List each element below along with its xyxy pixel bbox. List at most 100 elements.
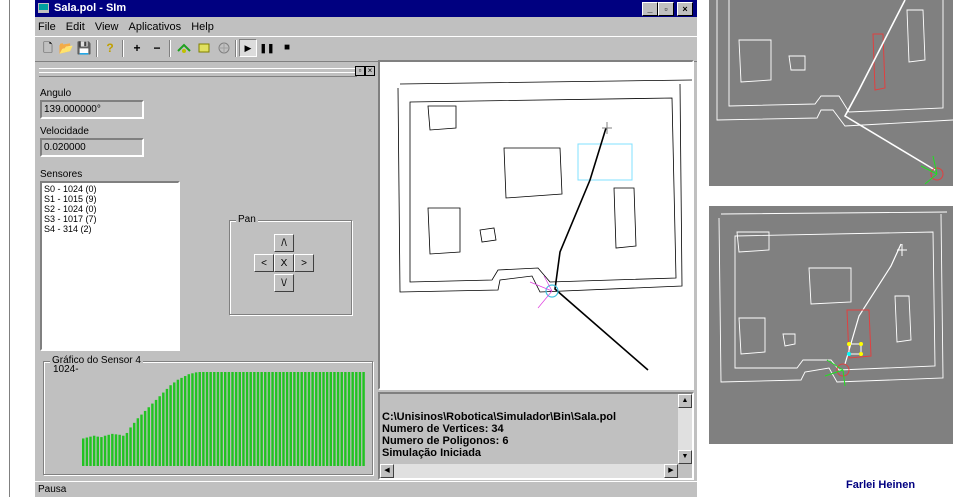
log-line: Simulação Iniciada <box>382 447 482 459</box>
room-inner-outline <box>409 97 677 283</box>
velocidade-field[interactable]: 0.020000 <box>40 138 144 157</box>
pan-up-button[interactable]: /\ <box>274 234 294 252</box>
chart-bar <box>300 372 303 466</box>
chart-bar <box>307 372 311 466</box>
menu-file[interactable]: File <box>38 21 56 33</box>
chart-bar <box>242 372 245 466</box>
status-text: Pausa <box>38 484 67 495</box>
scroll-left-arrow-icon[interactable]: ◀ <box>380 464 394 478</box>
list-item[interactable]: S3 - 1017 (7) <box>44 214 176 224</box>
chart-bar <box>100 437 103 466</box>
menu-aplicativos[interactable]: Aplicativos <box>129 21 182 33</box>
chart-bar <box>224 372 227 466</box>
scroll-right-arrow-icon[interactable]: ▶ <box>664 464 678 478</box>
remove-vertex-icon[interactable]: − <box>148 39 166 57</box>
log-horizontal-scrollbar[interactable]: ◀ ▶ <box>380 464 678 478</box>
chart-bar <box>103 435 107 466</box>
chart-bar <box>271 372 274 466</box>
chart-bar <box>202 372 205 466</box>
chart-bar <box>147 407 150 466</box>
pan-right-button[interactable]: > <box>294 254 314 272</box>
scroll-down-arrow-icon[interactable]: ▼ <box>678 450 692 464</box>
help-icon[interactable]: ? <box>101 39 119 57</box>
chart-bar <box>340 372 343 466</box>
chart-bar <box>154 399 158 466</box>
maximize-button[interactable]: ▫ <box>658 2 674 16</box>
chart-bar <box>216 372 220 466</box>
sensores-list[interactable]: S0 - 1024 (0) S1 - 1015 (9) S2 - 1024 (0… <box>40 181 180 351</box>
chart-bar <box>278 372 282 466</box>
sensor-chart-group: Gráfico do Sensor 4 1024- <box>43 355 373 475</box>
list-item[interactable]: S4 - 314 (2) <box>44 224 176 234</box>
chart-bar <box>304 372 307 466</box>
chart-bar <box>285 372 289 466</box>
chart-bar <box>85 437 89 466</box>
chart-bar <box>194 372 198 466</box>
room-outline <box>397 79 693 293</box>
menu-help[interactable]: Help <box>191 21 214 33</box>
chart-bar <box>82 438 85 466</box>
menu-edit[interactable]: Edit <box>66 21 85 33</box>
stop-button[interactable]: ■ <box>278 39 296 57</box>
pan-group: Pan /\ < X > \/ <box>229 214 352 315</box>
pause-button[interactable]: ❚❚ <box>258 39 276 57</box>
obstacle <box>503 147 563 199</box>
list-item[interactable]: S0 - 1024 (0) <box>44 184 176 194</box>
chart-bar <box>114 434 118 466</box>
menu-view[interactable]: View <box>95 21 119 33</box>
pan-center-button[interactable]: X <box>274 254 294 272</box>
chart-bar <box>158 396 161 466</box>
simulation-canvas[interactable] <box>378 60 694 390</box>
chart-bar <box>267 372 271 466</box>
list-item[interactable]: S1 - 1015 (9) <box>44 194 176 204</box>
log-line: C:\Unisinos\Robotica\Simulador\Bin\Sala.… <box>382 411 617 423</box>
start-marker <box>602 122 612 134</box>
play-button[interactable]: ▶ <box>239 39 257 57</box>
chart-bar <box>358 372 362 466</box>
chart-bar <box>260 372 263 466</box>
chart-bar <box>253 372 256 466</box>
chart-bar <box>118 434 121 466</box>
chart-bar <box>96 436 99 467</box>
chart-bar <box>198 372 201 466</box>
list-item[interactable]: S2 - 1024 (0) <box>44 204 176 214</box>
close-button[interactable]: × <box>677 2 693 16</box>
simulation-snapshot-1 <box>716 0 953 185</box>
angulo-field[interactable]: 139.000000° <box>40 100 144 119</box>
chart-bar <box>205 372 209 466</box>
panel-restore-button[interactable]: ▫ <box>355 66 365 76</box>
add-vertex-icon[interactable]: + <box>128 39 146 57</box>
chart-bar <box>136 418 140 466</box>
chart-bar <box>151 403 154 466</box>
save-icon[interactable]: 💾 <box>75 39 93 57</box>
new-file-icon[interactable]: 🗋 <box>39 39 57 57</box>
chart-bar <box>329 372 333 466</box>
status-bar: Pausa <box>35 481 697 497</box>
chart-bar <box>293 372 296 466</box>
chart-bar <box>176 379 180 466</box>
pan-down-button[interactable]: \/ <box>274 274 294 292</box>
sensor-tool-icon[interactable] <box>215 39 233 57</box>
left-border <box>0 0 10 497</box>
title-bar: Sala.pol - SIm _ ▫ × <box>35 0 697 17</box>
obstacle <box>479 227 497 243</box>
log-panel: C:\Unisinos\Robotica\Simulador\Bin\Sala.… <box>378 392 694 480</box>
sensor-chart <box>82 372 365 467</box>
scroll-up-arrow-icon[interactable]: ▲ <box>678 394 692 408</box>
app-icon <box>38 3 49 13</box>
panel-grip[interactable] <box>39 72 357 77</box>
chart-bar <box>107 434 110 466</box>
polygon-tool-icon[interactable] <box>195 39 213 57</box>
pan-left-button[interactable]: < <box>254 254 274 272</box>
chart-bar <box>213 372 216 466</box>
control-panel: ▫ × Angulo 139.000000° Velocidade 0.0200… <box>35 62 375 480</box>
chart-bar <box>322 372 325 466</box>
robot-tool-icon[interactable] <box>175 39 193 57</box>
chart-bar <box>231 372 234 466</box>
open-folder-icon[interactable]: 📂 <box>57 39 75 57</box>
chart-bar <box>132 422 136 466</box>
minimize-button[interactable]: _ <box>642 2 658 16</box>
log-vertical-scrollbar[interactable]: ▲ ▼ <box>678 394 692 464</box>
panel-close-button[interactable]: × <box>365 66 375 76</box>
obstacle <box>613 187 637 249</box>
